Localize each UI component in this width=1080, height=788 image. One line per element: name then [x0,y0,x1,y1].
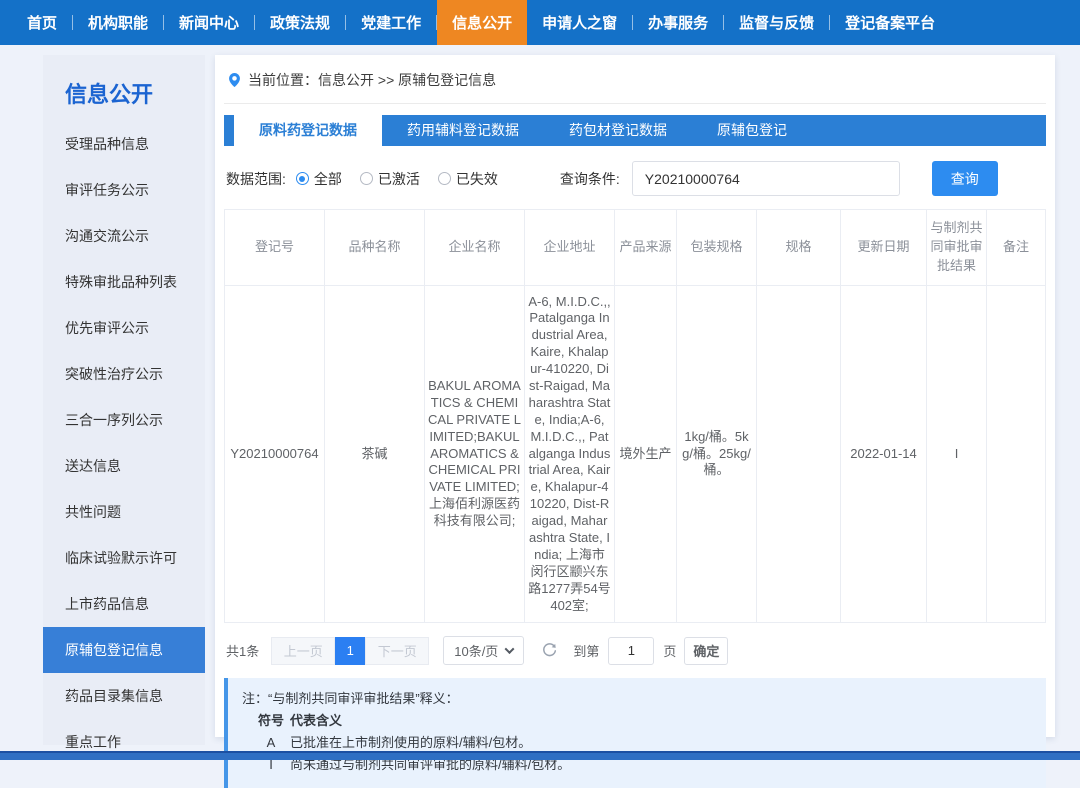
table-row: Y20210000764 茶碱 BAKUL AROMATICS & CHEMIC… [225,285,1046,623]
sidebar-item-communication[interactable]: 沟通交流公示 [43,213,205,259]
goto-page-label: 到第 [573,641,599,660]
query-condition-input[interactable] [632,161,900,196]
radio-option-activated[interactable]: 已激活 [360,169,420,189]
footer-bar [0,751,1080,760]
registration-data-table: 登记号 品种名称 企业名称 企业地址 产品来源 包装规格 规格 更新日期 与制剂… [224,209,1046,623]
cell-product-source: 境外生产 [615,285,677,623]
location-pin-icon [228,72,241,88]
page-number-button[interactable]: 1 [335,637,365,665]
cell-variety-name: 茶碱 [325,285,425,623]
tab-excipient-registration-data[interactable]: 药用辅料登记数据 [382,115,544,146]
nav-item-home[interactable]: 首页 [12,0,72,45]
content-panel: 当前位置：信息公开 >> 原辅包登记信息 原料药登记数据 药用辅料登记数据 药包… [215,55,1055,737]
scope-radio-group: 全部 已激活 已失效 [296,169,498,189]
nav-item-info-disclosure[interactable]: 信息公开 [437,0,527,45]
scope-label: 数据范围: [226,169,286,189]
nav-item-news-center[interactable]: 新闻中心 [164,0,254,45]
sidebar-item-raw-aux-pack-registration[interactable]: 原辅包登记信息 [43,627,205,673]
sidebar-title: 信息公开 [43,55,205,121]
note-symbol-header: 符号 [252,710,290,732]
sidebar-item-special-approval-list[interactable]: 特殊审批品种列表 [43,259,205,305]
radio-option-all[interactable]: 全部 [296,169,342,189]
sidebar-item-breakthrough-therapy[interactable]: 突破性治疗公示 [43,351,205,397]
nav-item-services[interactable]: 办事服务 [633,0,723,45]
search-button[interactable]: 查询 [932,161,998,196]
note-meaning-header: 代表含义 [290,710,342,732]
nav-item-policies[interactable]: 政策法规 [255,0,345,45]
cell-spec [757,285,841,623]
radio-unchecked-icon[interactable] [360,172,373,185]
prev-page-button[interactable]: 上一页 [271,637,335,665]
page-size-value: 10条/页 [454,641,498,660]
breadcrumb: 当前位置：信息公开 >> 原辅包登记信息 [224,55,1046,104]
cell-company-address: A-6, M.I.D.C.,, Patalganga Industrial Ar… [525,285,615,623]
sidebar-item-marketed-drugs[interactable]: 上市药品信息 [43,581,205,627]
sidebar-item-accepted-varieties[interactable]: 受理品种信息 [43,121,205,167]
nav-item-org-functions[interactable]: 机构职能 [73,0,163,45]
tab-raw-aux-pack-registration[interactable]: 原辅包登记 [692,115,812,146]
header-package-spec: 包装规格 [677,210,757,286]
note-title: 注：“与制剂共同审评审批结果”释义： [242,688,1032,710]
radio-option-expired-label: 已失效 [456,169,498,189]
query-condition-label: 查询条件: [560,169,620,189]
header-product-source: 产品来源 [615,210,677,286]
cell-joint-review-result: I [927,285,987,623]
nav-item-registration-platform[interactable]: 登记备案平台 [830,0,950,45]
page-size-select[interactable]: 10条/页 [443,636,524,665]
sidebar-item-drug-catalog[interactable]: 药品目录集信息 [43,673,205,719]
header-reg-no: 登记号 [225,210,325,286]
radio-option-activated-label: 已激活 [378,169,420,189]
nav-item-party-building[interactable]: 党建工作 [346,0,436,45]
cell-update-date: 2022-01-14 [841,285,927,623]
tab-packaging-registration-data[interactable]: 药包材登记数据 [544,115,692,146]
table-header-row: 登记号 品种名称 企业名称 企业地址 产品来源 包装规格 规格 更新日期 与制剂… [225,210,1046,286]
nav-item-applicant-window[interactable]: 申请人之窗 [527,0,632,45]
header-joint-review-result: 与制剂共同审批审批结果 [927,210,987,286]
radio-option-expired[interactable]: 已失效 [438,169,498,189]
chevron-down-icon [505,645,515,655]
top-navigation: 首页 机构职能 新闻中心 政策法规 党建工作 信息公开 申请人之窗 办事服务 监… [0,0,1080,45]
tab-api-registration-data[interactable]: 原料药登记数据 [234,115,382,146]
header-company-name: 企业名称 [425,210,525,286]
sidebar-item-three-in-one[interactable]: 三合一序列公示 [43,397,205,443]
page-body: 信息公开 受理品种信息 审评任务公示 沟通交流公示 特殊审批品种列表 优先审评公… [43,55,1055,745]
cell-company-name: BAKUL AROMATICS & CHEMICAL PRIVATE LIMIT… [425,285,525,623]
cell-remark [987,285,1046,623]
sidebar-item-common-issues[interactable]: 共性问题 [43,489,205,535]
breadcrumb-text: 当前位置：信息公开 >> 原辅包登记信息 [248,70,496,90]
goto-page-input[interactable] [608,637,654,665]
header-spec: 规格 [757,210,841,286]
goto-page-unit: 页 [663,641,676,660]
header-variety-name: 品种名称 [325,210,425,286]
sidebar-item-clinical-trial-license[interactable]: 临床试验默示许可 [43,535,205,581]
total-count-text: 共1条 [226,641,259,660]
nav-item-supervision-feedback[interactable]: 监督与反馈 [724,0,829,45]
radio-option-all-label: 全部 [314,169,342,189]
refresh-icon[interactable] [542,643,557,658]
sidebar-item-priority-review[interactable]: 优先审评公示 [43,305,205,351]
sidebar-item-delivery-info[interactable]: 送达信息 [43,443,205,489]
radio-unchecked-icon[interactable] [438,172,451,185]
pagination-bar: 共1条 上一页 1 下一页 10条/页 到第 页 确定 [226,636,1044,665]
cell-reg-no: Y20210000764 [225,285,325,623]
header-update-date: 更新日期 [841,210,927,286]
filter-row: 数据范围: 全部 已激活 已失效 查询条件: 查询 [226,161,1044,196]
next-page-button[interactable]: 下一页 [365,637,429,665]
sidebar: 信息公开 受理品种信息 审评任务公示 沟通交流公示 特殊审批品种列表 优先审评公… [43,55,205,745]
tab-bar: 原料药登记数据 药用辅料登记数据 药包材登记数据 原辅包登记 [224,115,1046,146]
note-header-row: 符号 代表含义 [242,710,1032,732]
header-company-address: 企业地址 [525,210,615,286]
header-remark: 备注 [987,210,1046,286]
cell-package-spec: 1kg/桶。5kg/桶。25kg/桶。 [677,285,757,623]
sidebar-item-review-tasks[interactable]: 审评任务公示 [43,167,205,213]
legend-note-box: 注：“与制剂共同审评审批结果”释义： 符号 代表含义 A 已批准在上市制剂使用的… [224,678,1046,788]
radio-checked-icon[interactable] [296,172,309,185]
confirm-button[interactable]: 确定 [684,637,728,665]
